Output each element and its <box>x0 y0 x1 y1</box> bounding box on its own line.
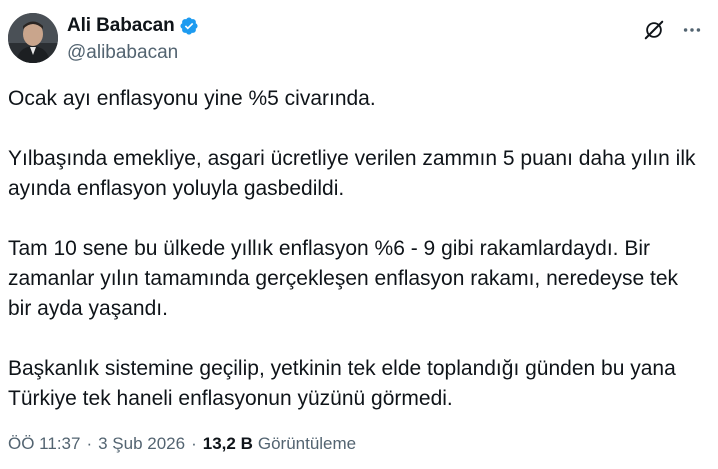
tweet-date[interactable]: 3 Şub 2026 <box>98 434 185 454</box>
verified-badge-icon[interactable] <box>179 16 199 36</box>
author-block: Ali Babacan @alibabacan <box>67 14 199 64</box>
tweet-text: Ocak ayı enflasyonu yine %5 civarında. Y… <box>8 84 708 414</box>
tweet-paragraph: Yılbaşında emekliye, asgari ücretliye ve… <box>8 147 696 200</box>
author-name-row: Ali Babacan <box>67 14 199 38</box>
grok-icon[interactable] <box>642 18 666 42</box>
tweet-time[interactable]: ÖÖ 11:37 <box>8 434 80 454</box>
meta-separator: · <box>86 434 93 453</box>
author-display-name[interactable]: Ali Babacan <box>67 15 175 37</box>
tweet-card: Ali Babacan @alibabacan Ocak ayı enflasy… <box>0 0 718 469</box>
avatar-image <box>8 13 58 63</box>
views-count: 13,2 B <box>202 434 253 453</box>
tweet-meta: ÖÖ 11:37 · 3 Şub 2026 · 13,2 B Görüntüle… <box>8 434 356 454</box>
views-label: Görüntüleme <box>257 434 357 453</box>
tweet-paragraph: Tam 10 sene bu ülkede yıllık enflasyon %… <box>8 237 679 320</box>
avatar[interactable] <box>8 13 58 63</box>
tweet-paragraph: Başkanlık sistemine geçilip, yetkinin te… <box>8 357 676 410</box>
author-handle[interactable]: @alibabacan <box>67 42 199 64</box>
tweet-paragraph: Ocak ayı enflasyonu yine %5 civarında. <box>8 87 376 110</box>
more-icon[interactable] <box>680 18 704 42</box>
tweet-top-actions <box>642 18 704 42</box>
meta-separator: · <box>191 434 197 453</box>
